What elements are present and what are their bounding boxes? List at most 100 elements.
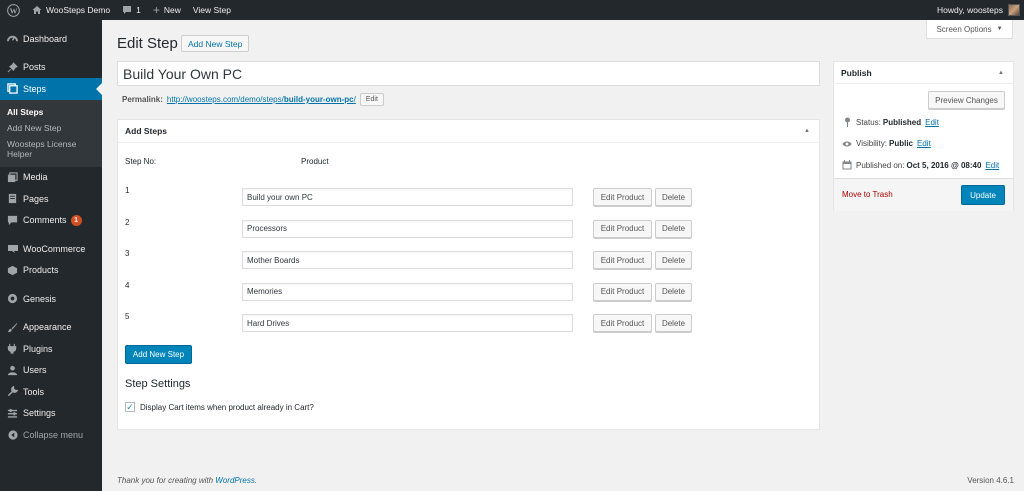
sidebar-item-label: Media — [23, 172, 48, 183]
my-account[interactable]: Howdy, woosteps — [931, 0, 1024, 20]
edit-date-link[interactable]: Edit — [985, 161, 999, 170]
edit-product-button[interactable]: Edit Product — [593, 282, 652, 301]
preview-changes-button[interactable]: Preview Changes — [928, 91, 1005, 109]
footer-thanks-text: Thank you for creating with — [117, 476, 216, 485]
metabox-header[interactable]: Add Steps ▲ — [118, 120, 819, 143]
delete-step-button[interactable]: Delete — [655, 219, 692, 238]
sidebar-item-label: Appearance — [23, 322, 72, 333]
sidebar-item-tools[interactable]: Tools — [0, 381, 102, 403]
delete-step-button[interactable]: Delete — [655, 282, 692, 301]
edit-product-button[interactable]: Edit Product — [593, 219, 652, 238]
sidebar-item-dashboard[interactable]: Dashboard — [0, 28, 102, 50]
published-on-line: Published on: Oct 5, 2016 @ 08:40 Edit — [842, 160, 999, 170]
cart-option-label[interactable]: Display Cart items when product already … — [140, 403, 314, 412]
edit-visibility-link[interactable]: Edit — [917, 139, 931, 148]
column-step-no: Step No: — [125, 157, 157, 166]
sidebar-item-media[interactable]: Media — [0, 167, 102, 189]
page-title: Edit Step — [117, 35, 178, 52]
delete-step-button[interactable]: Delete — [655, 188, 692, 206]
collapse-arrow-icon[interactable]: ▲ — [998, 70, 1004, 76]
edit-slug-button[interactable]: Edit — [359, 93, 384, 106]
step-number: 3 — [125, 249, 130, 258]
site-name-link[interactable]: WooSteps Demo — [26, 0, 116, 20]
cart-option-row: ✓ Display Cart items when product alread… — [125, 402, 314, 412]
add-new-step-button[interactable]: Add New Step — [125, 345, 192, 364]
permalink-base: http://woosteps.com/demo/steps/ — [166, 95, 284, 104]
submenu-add-new-step[interactable]: Add New Step — [0, 120, 102, 136]
admin-sidebar: Dashboard Posts Steps All Steps Add New … — [0, 20, 102, 491]
publish-metabox: Publish ▲ Preview Changes Status: Publis… — [833, 61, 1014, 211]
screen-options-label: Screen Options — [936, 24, 992, 34]
screen-options-button[interactable]: Screen Options ▼ — [926, 20, 1013, 39]
cart-option-checkbox[interactable]: ✓ — [125, 402, 135, 412]
published-value: Oct 5, 2016 @ 08:40 — [906, 160, 982, 170]
status-value: Published — [882, 117, 922, 127]
wordpress-link[interactable]: WordPress — [215, 476, 255, 485]
metabox-header[interactable]: Publish ▲ — [834, 62, 1013, 84]
sidebar-item-settings[interactable]: Settings — [0, 403, 102, 425]
sidebar-item-pages[interactable]: Pages — [0, 188, 102, 210]
product-input[interactable]: Mother Boards — [242, 251, 573, 269]
sidebar-item-label: Pages — [23, 193, 49, 204]
sidebar-item-plugins[interactable]: Plugins — [0, 338, 102, 360]
edit-product-button[interactable]: Edit Product — [593, 188, 652, 206]
sidebar-item-label: Tools — [23, 386, 45, 397]
comment-icon — [123, 6, 132, 14]
status-label: Status: — [856, 117, 881, 127]
delete-step-button[interactable]: Delete — [655, 251, 692, 269]
step-row: 2 Processors Edit Product Delete — [118, 218, 821, 240]
permalink-link[interactable]: http://woosteps.com/demo/steps/build-you… — [167, 95, 356, 104]
sidebar-item-posts[interactable]: Posts — [0, 57, 102, 79]
submenu-license-helper[interactable]: Woosteps License Helper — [0, 136, 102, 162]
collapse-arrow-icon[interactable]: ▲ — [804, 128, 810, 134]
column-product: Product — [301, 157, 329, 166]
svg-text:W: W — [9, 6, 17, 15]
plugin-icon — [6, 342, 19, 355]
sidebar-item-label: Comments — [23, 215, 67, 226]
sidebar-item-steps[interactable]: Steps — [0, 78, 102, 100]
visibility-value: Public — [888, 139, 913, 148]
sidebar-item-label: Collapse menu — [23, 429, 84, 440]
update-button[interactable]: Update — [961, 185, 1005, 205]
step-number: 1 — [125, 186, 130, 195]
post-title-input[interactable]: Build Your Own PC — [117, 61, 820, 86]
user-icon — [6, 364, 19, 377]
sidebar-item-products[interactable]: Products — [0, 260, 102, 282]
product-input[interactable]: Hard Drives — [242, 314, 573, 332]
view-step-link[interactable]: View Step — [187, 0, 237, 20]
add-steps-metabox: Add Steps ▲ Step No: Product 1 Build you… — [117, 119, 820, 430]
edit-product-button[interactable]: Edit Product — [593, 314, 652, 332]
delete-step-button[interactable]: Delete — [655, 314, 692, 332]
sidebar-item-appearance[interactable]: Appearance — [0, 317, 102, 339]
edit-status-link[interactable]: Edit — [925, 118, 939, 127]
sidebar-item-users[interactable]: Users — [0, 360, 102, 382]
submenu-all-steps[interactable]: All Steps — [0, 104, 102, 120]
publish-actions: Move to Trash Update — [834, 178, 1013, 211]
dashboard-icon — [6, 32, 19, 45]
collapse-menu-button[interactable]: Collapse menu — [0, 424, 102, 446]
add-new-step-header-button[interactable]: Add New Step — [181, 35, 250, 52]
sidebar-item-label: Settings — [23, 408, 56, 419]
product-input[interactable]: Processors — [242, 219, 573, 238]
sidebar-item-label: Steps — [23, 83, 47, 94]
steps-icon — [6, 82, 19, 95]
wordpress-logo-icon[interactable]: W — [0, 0, 26, 20]
product-input[interactable]: Build your own PC — [242, 188, 573, 206]
edit-product-button[interactable]: Edit Product — [593, 251, 652, 269]
checkmark-icon: ✓ — [126, 401, 134, 412]
sidebar-item-label: Genesis — [23, 293, 57, 304]
steps-submenu: All Steps Add New Step Woosteps License … — [0, 99, 102, 167]
move-to-trash-link[interactable]: Move to Trash — [842, 190, 893, 199]
product-input[interactable]: Memories — [242, 282, 573, 301]
pin-icon — [6, 61, 19, 74]
metabox-title: Add Steps — [125, 126, 168, 136]
new-content-link[interactable]: + New — [147, 0, 187, 20]
sidebar-item-comments[interactable]: Comments 1 — [0, 210, 102, 232]
site-name: WooSteps Demo — [46, 5, 111, 15]
howdy-text: Howdy, woosteps — [937, 5, 1003, 15]
sidebar-item-woocommerce[interactable]: WooCommerce — [0, 238, 102, 260]
sidebar-item-label: Products — [23, 265, 59, 276]
comments-link[interactable]: 1 — [116, 0, 147, 20]
view-step-label: View Step — [192, 5, 231, 15]
sidebar-item-genesis[interactable]: Genesis — [0, 288, 102, 310]
